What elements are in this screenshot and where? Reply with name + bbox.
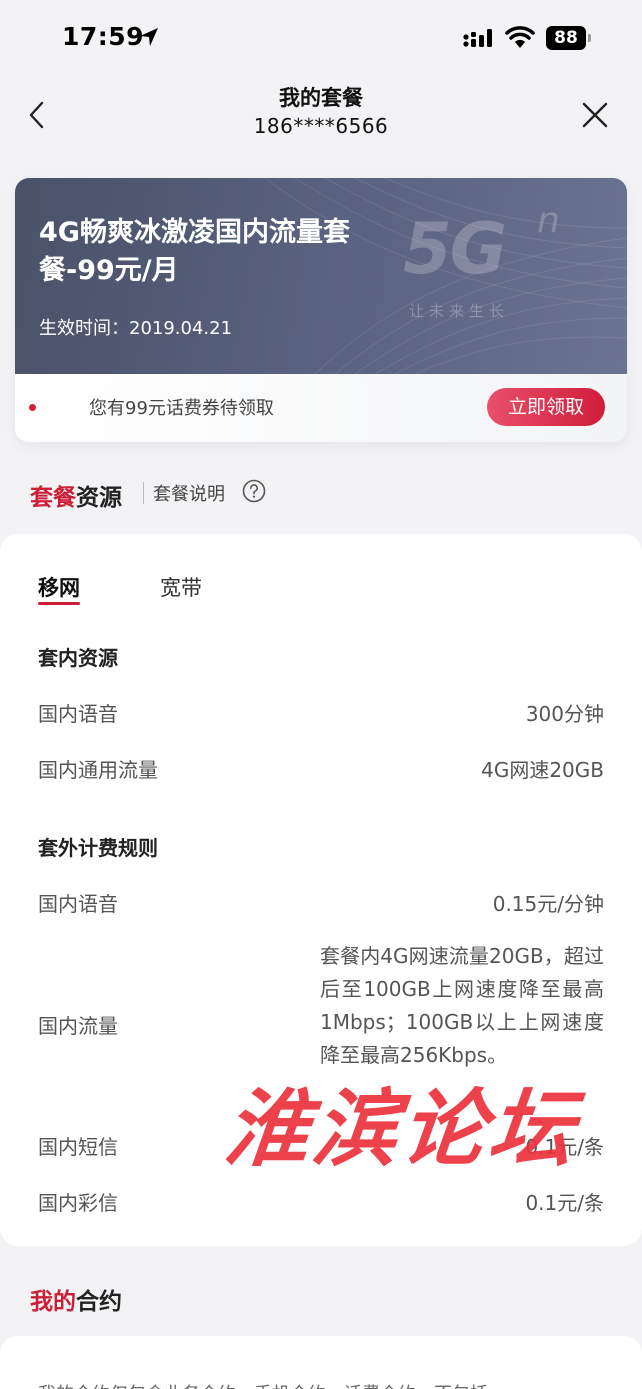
included-row-value: 300分钟 [525,702,604,726]
wifi-icon [505,26,535,48]
nav-header: 我的套餐 186****6566 [0,76,642,166]
5g-logo-tagline: 让未来生长 [409,302,510,320]
status-bar: 17:59 88 [0,0,642,76]
included-row-label: 国内通用流量 [38,758,158,782]
plan-banner: 4G畅爽冰激凌国内流量套餐-99元/月 生效时间：2019.04.21 5G n… [15,178,627,374]
phone-number: 186****6566 [253,114,389,138]
battery-indicator: 88 [546,26,592,50]
location-arrow-icon [140,28,158,46]
section-title-rest: 资源 [76,485,122,511]
status-time: 17:59 [62,22,145,51]
included-resources-title: 套内资源 [38,646,118,670]
tab-broadband[interactable]: 宽带 [160,572,202,602]
plan-card: 4G畅爽冰激凌国内流量套餐-99元/月 生效时间：2019.04.21 5G n… [15,178,627,442]
coupon-dot [29,404,36,411]
overage-row-value: 套餐内4G网速流量20GB，超过后至100GB上网速度降至最高1Mbps；100… [320,944,604,1067]
overage-row-label: 国内流量 [38,1014,118,1038]
coupon-text: 您有99元话费券待领取 [89,398,274,419]
overage-row-value: 0.15元/分钟 [492,892,604,916]
overage-row-label: 国内短信 [38,1135,118,1159]
tab-mobile-network[interactable]: 移网 [38,572,80,602]
battery-level: 88 [546,26,586,50]
plan-name: 4G畅爽冰激凌国内流量套餐-99元/月 [39,217,350,286]
section-title-resources: 套餐资源 [30,478,122,512]
plan-description-link[interactable]: 套餐说明 [153,480,225,506]
overage-rules-title: 套外计费规则 [38,836,158,860]
section-title-contract: 我的合约 [30,1282,122,1316]
claim-now-button[interactable]: 立即领取 [487,388,605,426]
included-row-label: 国内语音 [38,702,118,726]
cellular-signal-icon [463,29,492,47]
effective-date: 生效时间：2019.04.21 [39,314,232,340]
effective-date-label: 生效时间： [39,318,129,339]
section-title-accent: 套餐 [30,485,76,511]
active-tab-indicator [38,602,80,605]
close-icon[interactable] [580,100,610,130]
contract-panel: 我的合约仅包含业务合约、手机合约、话费合约，不包括... [0,1336,642,1389]
5g-logo-text: 5G [403,208,507,290]
page-title: 我的套餐 [279,86,363,110]
contract-text: 我的合约仅包含业务合约、手机合约、话费合约，不包括... [38,1380,618,1389]
coupon-row[interactable]: 您有99元话费券待领取 立即领取 [15,374,627,442]
5g-logo: 5G n 让未来生长 [403,200,583,328]
overage-row-value: 0.1元/条 [525,1191,604,1215]
effective-date-value: 2019.04.21 [129,318,233,339]
overage-row-label: 国内语音 [38,892,118,916]
contract-title-accent: 我的 [30,1289,76,1315]
contract-title-rest: 合约 [76,1289,122,1315]
section-divider [143,482,144,504]
included-row-value: 4G网速20GB [481,758,604,782]
watermark: 淮滨论坛 [220,1079,583,1178]
overage-row-label: 国内彩信 [38,1191,118,1215]
help-question-icon[interactable] [242,479,266,503]
5g-logo-superscript: n [537,200,560,241]
